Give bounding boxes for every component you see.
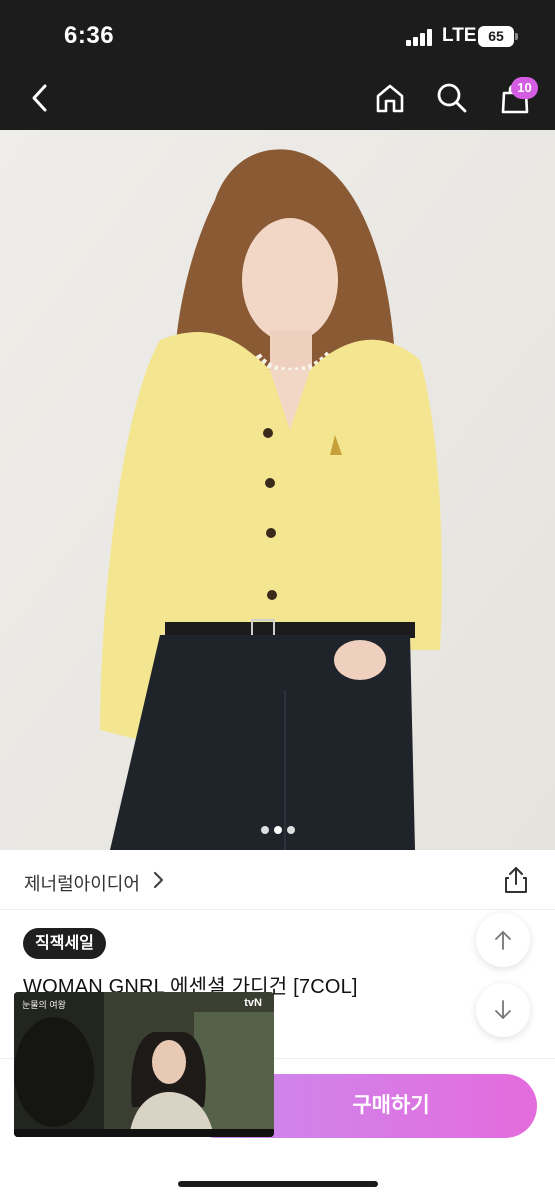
pager-dot-active[interactable] bbox=[273, 826, 282, 834]
arrow-down-icon bbox=[495, 1000, 511, 1019]
home-indicator[interactable] bbox=[178, 1181, 378, 1187]
channel-logo: tvN bbox=[244, 997, 262, 1009]
search-icon bbox=[437, 83, 467, 113]
back-button[interactable] bbox=[20, 78, 60, 118]
chevron-right-icon bbox=[153, 871, 164, 889]
scroll-up-button[interactable] bbox=[476, 913, 530, 967]
product-photo bbox=[0, 130, 555, 850]
chevron-left-icon bbox=[32, 84, 47, 112]
gallery-pager bbox=[0, 826, 555, 834]
video-frame bbox=[14, 992, 274, 1137]
battery-tip bbox=[515, 33, 518, 40]
pager-dot[interactable] bbox=[286, 826, 295, 834]
cart-count-badge: 10 bbox=[511, 77, 538, 99]
product-image[interactable] bbox=[0, 130, 555, 850]
signal-icon bbox=[406, 28, 436, 46]
pip-progress-bar bbox=[14, 1129, 274, 1137]
battery-icon: 65 bbox=[478, 26, 514, 47]
pager-dot[interactable] bbox=[260, 826, 269, 834]
share-icon bbox=[505, 867, 527, 893]
scroll-down-button[interactable] bbox=[476, 983, 530, 1037]
app-header bbox=[0, 66, 555, 130]
brand-name[interactable]: 제너럴아이디어 bbox=[24, 870, 140, 896]
home-button[interactable] bbox=[370, 78, 410, 118]
share-button[interactable] bbox=[501, 865, 531, 895]
sale-tag-badge: 직잭세일 bbox=[23, 928, 106, 959]
pip-video-player[interactable]: 눈물의 여왕 tvN bbox=[14, 992, 274, 1137]
network-type: LTE bbox=[442, 25, 477, 46]
pip-caption: 눈물의 여왕 bbox=[22, 1000, 66, 1010]
search-button[interactable] bbox=[432, 78, 472, 118]
arrow-up-icon bbox=[495, 931, 511, 950]
brand-row[interactable]: 제너럴아이디어 bbox=[0, 850, 555, 910]
status-time: 6:36 bbox=[64, 22, 115, 49]
status-bar: 6:36 LTE 65 bbox=[0, 0, 555, 66]
home-icon bbox=[376, 84, 404, 113]
